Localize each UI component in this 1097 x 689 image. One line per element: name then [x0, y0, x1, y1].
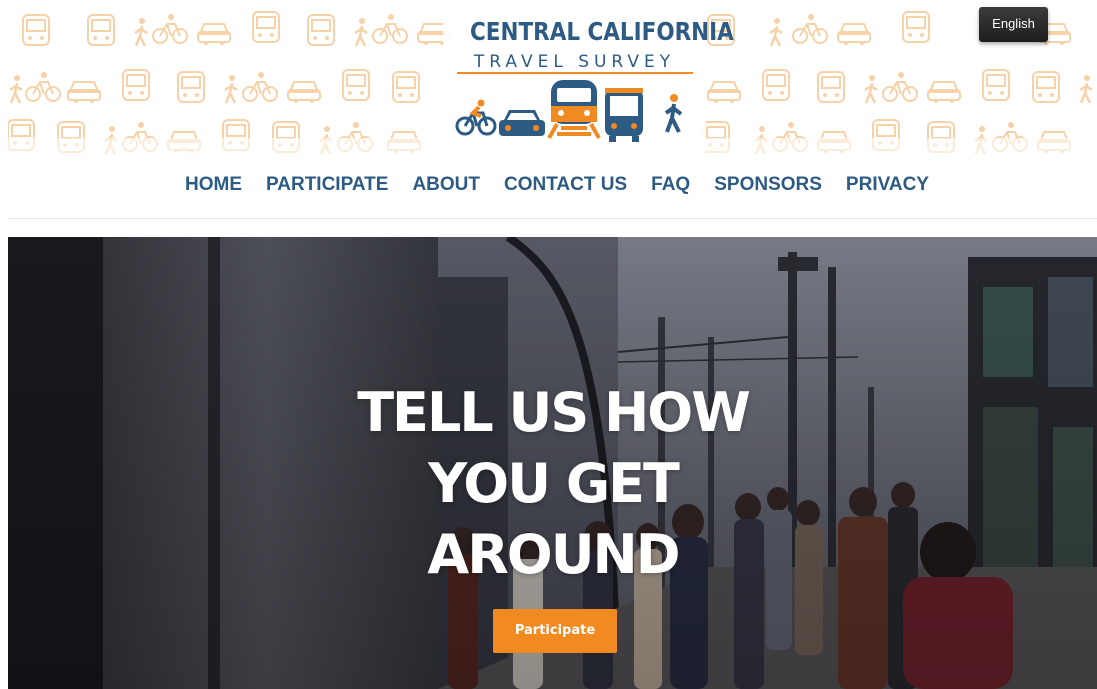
- nav-item-home[interactable]: HOME: [185, 173, 242, 197]
- nav-item-contact-us[interactable]: CONTACT US: [504, 173, 627, 197]
- main-navigation: HOME PARTICIPATE ABOUT CONTACT US FAQ SP…: [8, 160, 1097, 219]
- logo-divider: [456, 72, 693, 74]
- language-selector-button[interactable]: English: [979, 7, 1048, 42]
- hero-headline-line-3: AROUND: [427, 523, 680, 586]
- walking-icon: [664, 94, 683, 133]
- header-banner: CENTRAL CALIFORNIA TRAVEL SURVEY: [8, 0, 1097, 160]
- hero-headline-line-1: TELL US HOW: [357, 381, 751, 444]
- nav-item-about[interactable]: ABOUT: [412, 173, 480, 197]
- logo-transport-icons: [455, 80, 683, 142]
- train-icon: [547, 80, 601, 139]
- site-logo[interactable]: CENTRAL CALIFORNIA TRAVEL SURVEY: [443, 12, 734, 152]
- hero-section: TELL US HOW YOU GET AROUND Participate: [8, 237, 1097, 689]
- participate-button[interactable]: Participate: [493, 609, 617, 653]
- bicycle-icon: [455, 99, 497, 136]
- hero-headline-line-2: YOU GET: [428, 452, 680, 515]
- nav-item-faq[interactable]: FAQ: [651, 173, 690, 197]
- car-icon: [499, 110, 545, 136]
- nav-item-participate[interactable]: PARTICIPATE: [266, 173, 388, 197]
- nav-item-privacy[interactable]: PRIVACY: [846, 173, 929, 197]
- logo-subtitle: TRAVEL SURVEY: [473, 52, 676, 72]
- nav-item-sponsors[interactable]: SPONSORS: [714, 173, 822, 197]
- bus-icon: [605, 88, 643, 142]
- hero-headline: TELL US HOW YOU GET AROUND: [303, 377, 803, 590]
- logo-title: CENTRAL CALIFORNIA: [470, 17, 734, 46]
